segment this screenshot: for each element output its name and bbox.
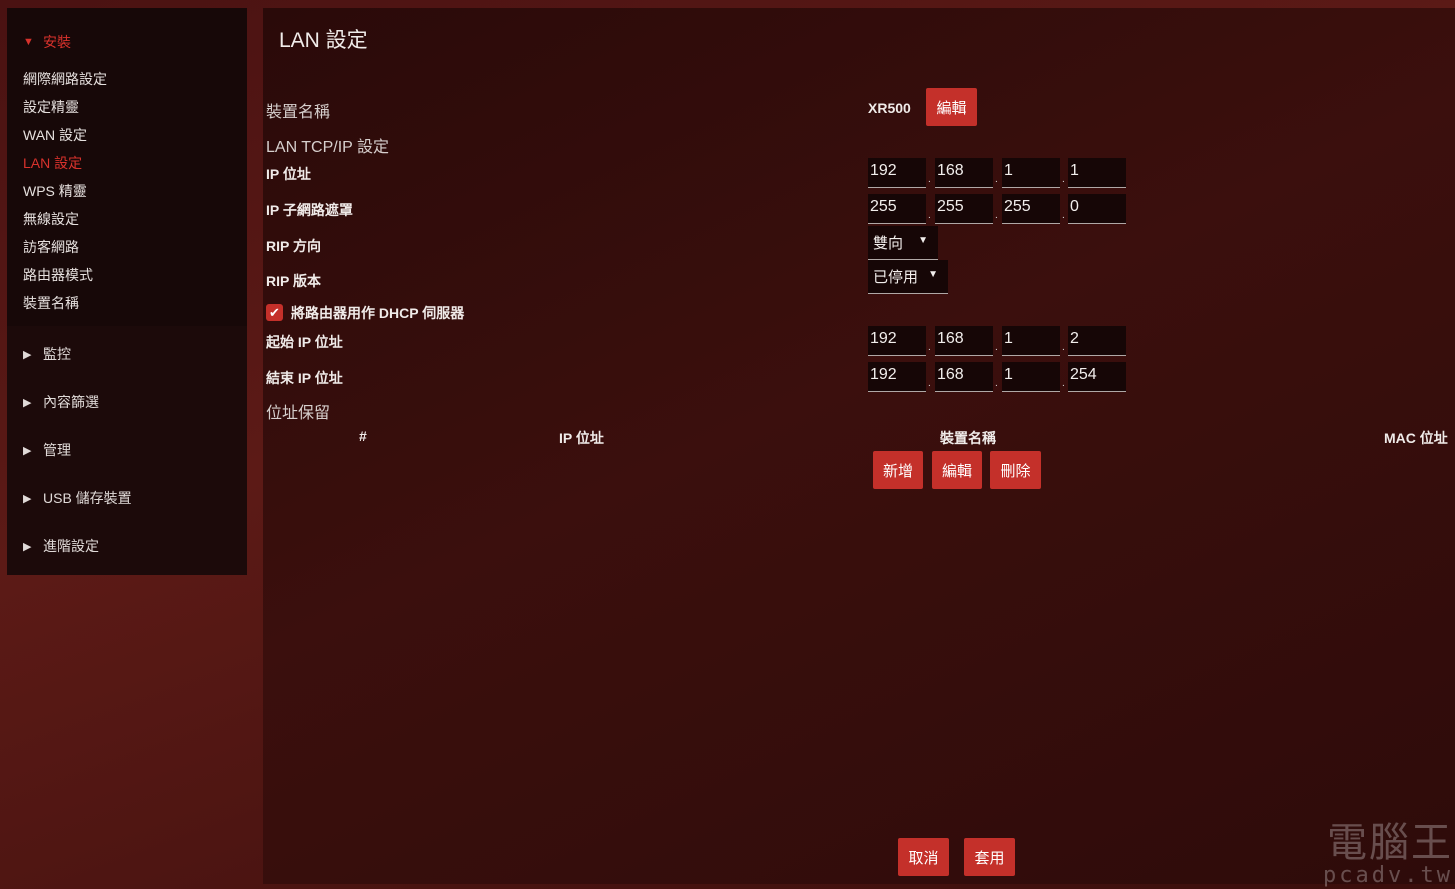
octet-separator: . <box>928 210 931 221</box>
subnet-mask-octet-2[interactable]: 255 <box>935 194 993 224</box>
checkmark-icon: ✔ <box>269 304 280 320</box>
device-name-value: XR500 <box>868 100 911 116</box>
ip-address-octet-4[interactable]: 1 <box>1068 158 1126 188</box>
start-ip-label: 起始 IP 位址 <box>266 334 343 350</box>
sidebar-section-label: 監控 <box>43 346 71 362</box>
sidebar-section-install[interactable]: ▼ 安裝 <box>23 32 71 52</box>
cancel-button[interactable]: 取消 <box>898 838 949 876</box>
sidebar-item-wps-wizard[interactable]: WPS 精靈 <box>23 181 87 201</box>
device-name-label: 裝置名稱 <box>266 104 331 121</box>
sidebar-section-label: 內容篩選 <box>43 394 99 410</box>
sidebar-section-monitor[interactable]: ▶ 監控 <box>23 344 71 364</box>
subnet-mask-octet-4[interactable]: 0 <box>1068 194 1126 224</box>
end-ip-octet-4[interactable]: 254 <box>1068 362 1126 392</box>
sidebar-item-internet-setup[interactable]: 網際網路設定 <box>23 69 107 89</box>
caret-down-icon: ▼ <box>23 36 34 48</box>
octet-separator: . <box>1062 174 1065 185</box>
sidebar-item-guest-network[interactable]: 訪客網路 <box>23 237 79 257</box>
watermark-main-text: 電腦王 <box>1327 820 1453 866</box>
ip-address-octet-3[interactable]: 1 <box>1002 158 1060 188</box>
octet-separator: . <box>995 378 998 389</box>
rip-version-label: RIP 版本 <box>266 273 321 289</box>
install-section: ▼ 安裝 網際網路設定 設定精靈 WAN 設定 LAN 設定 WPS 精靈 無線… <box>7 8 247 326</box>
watermark-url-text: pcadv.tw <box>1323 863 1453 888</box>
sidebar-section-label: USB 儲存裝置 <box>43 490 132 506</box>
column-header-index: # <box>359 428 367 444</box>
rip-direction-select[interactable]: 雙向 ▼ <box>868 226 938 260</box>
dhcp-server-checkbox[interactable]: ✔ <box>266 304 283 321</box>
subnet-mask-label: IP 子網路遮罩 <box>266 202 353 218</box>
rip-version-select[interactable]: 已停用 ▼ <box>868 260 948 294</box>
sidebar-item-device-name[interactable]: 裝置名稱 <box>23 293 79 313</box>
sidebar-item-lan-setup[interactable]: LAN 設定 <box>23 153 82 173</box>
octet-separator: . <box>995 174 998 185</box>
octet-separator: . <box>1062 210 1065 221</box>
sidebar-section-label: 安裝 <box>43 34 71 50</box>
rip-version-value: 已停用 <box>873 269 919 286</box>
ip-address-octet-1[interactable]: 192 <box>868 158 926 188</box>
column-header-ip-address: IP 位址 <box>559 430 604 446</box>
end-ip-octet-1[interactable]: 192 <box>868 362 926 392</box>
sidebar-item-router-mode[interactable]: 路由器模式 <box>23 265 93 285</box>
sidebar-section-content-filter[interactable]: ▶ 內容篩選 <box>23 392 99 412</box>
delete-reservation-button[interactable]: 刪除 <box>990 451 1041 489</box>
sidebar-section-label: 管理 <box>43 442 71 458</box>
start-ip-octet-2[interactable]: 168 <box>935 326 993 356</box>
lan-tcpip-heading: LAN TCP/IP 設定 <box>266 139 390 156</box>
start-ip-octet-1[interactable]: 192 <box>868 326 926 356</box>
caret-right-icon: ▶ <box>23 540 32 553</box>
caret-right-icon: ▶ <box>23 396 32 409</box>
octet-separator: . <box>1062 342 1065 353</box>
sidebar-section-usb-storage[interactable]: ▶ USB 儲存裝置 <box>23 488 132 508</box>
rip-direction-label: RIP 方向 <box>266 238 321 254</box>
octet-separator: . <box>1062 378 1065 389</box>
sidebar-section-label: 進階設定 <box>43 538 99 554</box>
start-ip-octet-4[interactable]: 2 <box>1068 326 1126 356</box>
caret-right-icon: ▶ <box>23 444 32 457</box>
end-ip-octet-2[interactable]: 168 <box>935 362 993 392</box>
octet-separator: . <box>928 342 931 353</box>
add-reservation-button[interactable]: 新增 <box>873 451 923 489</box>
dhcp-server-label: 將路由器用作 DHCP 伺服器 <box>291 305 465 321</box>
sidebar-item-wan-setup[interactable]: WAN 設定 <box>23 125 87 145</box>
sidebar-section-advanced[interactable]: ▶ 進階設定 <box>23 536 99 556</box>
address-reservation-heading: 位址保留 <box>266 405 331 422</box>
octet-separator: . <box>928 378 931 389</box>
main-panel: LAN 設定 裝置名稱 XR500 編輯 LAN TCP/IP 設定 IP 位址… <box>263 8 1455 884</box>
column-header-mac-address: MAC 位址 <box>1384 430 1448 446</box>
page-title: LAN 設定 <box>279 29 368 52</box>
ip-address-octet-2[interactable]: 168 <box>935 158 993 188</box>
dropdown-arrow-icon: ▼ <box>928 269 938 280</box>
sidebar-section-management[interactable]: ▶ 管理 <box>23 440 71 460</box>
rip-direction-value: 雙向 <box>873 235 904 252</box>
octet-separator: . <box>995 210 998 221</box>
end-ip-octet-3[interactable]: 1 <box>1002 362 1060 392</box>
sidebar-item-setup-wizard[interactable]: 設定精靈 <box>23 97 79 117</box>
apply-button[interactable]: 套用 <box>964 838 1015 876</box>
watermark-logo: 電腦王 pcadv.tw <box>1323 821 1453 887</box>
edit-device-name-button[interactable]: 編輯 <box>926 88 977 126</box>
octet-separator: . <box>995 342 998 353</box>
edit-reservation-button[interactable]: 編輯 <box>932 451 982 489</box>
sidebar: ▼ 安裝 網際網路設定 設定精靈 WAN 設定 LAN 設定 WPS 精靈 無線… <box>7 8 247 575</box>
column-header-device-name: 裝置名稱 <box>940 430 996 446</box>
end-ip-label: 結束 IP 位址 <box>266 370 343 386</box>
caret-right-icon: ▶ <box>23 348 32 361</box>
ip-address-label: IP 位址 <box>266 166 311 182</box>
start-ip-octet-3[interactable]: 1 <box>1002 326 1060 356</box>
dropdown-arrow-icon: ▼ <box>918 235 928 246</box>
octet-separator: . <box>928 174 931 185</box>
subnet-mask-octet-1[interactable]: 255 <box>868 194 926 224</box>
caret-right-icon: ▶ <box>23 492 32 505</box>
subnet-mask-octet-3[interactable]: 255 <box>1002 194 1060 224</box>
sidebar-item-wireless-setup[interactable]: 無線設定 <box>23 209 79 229</box>
